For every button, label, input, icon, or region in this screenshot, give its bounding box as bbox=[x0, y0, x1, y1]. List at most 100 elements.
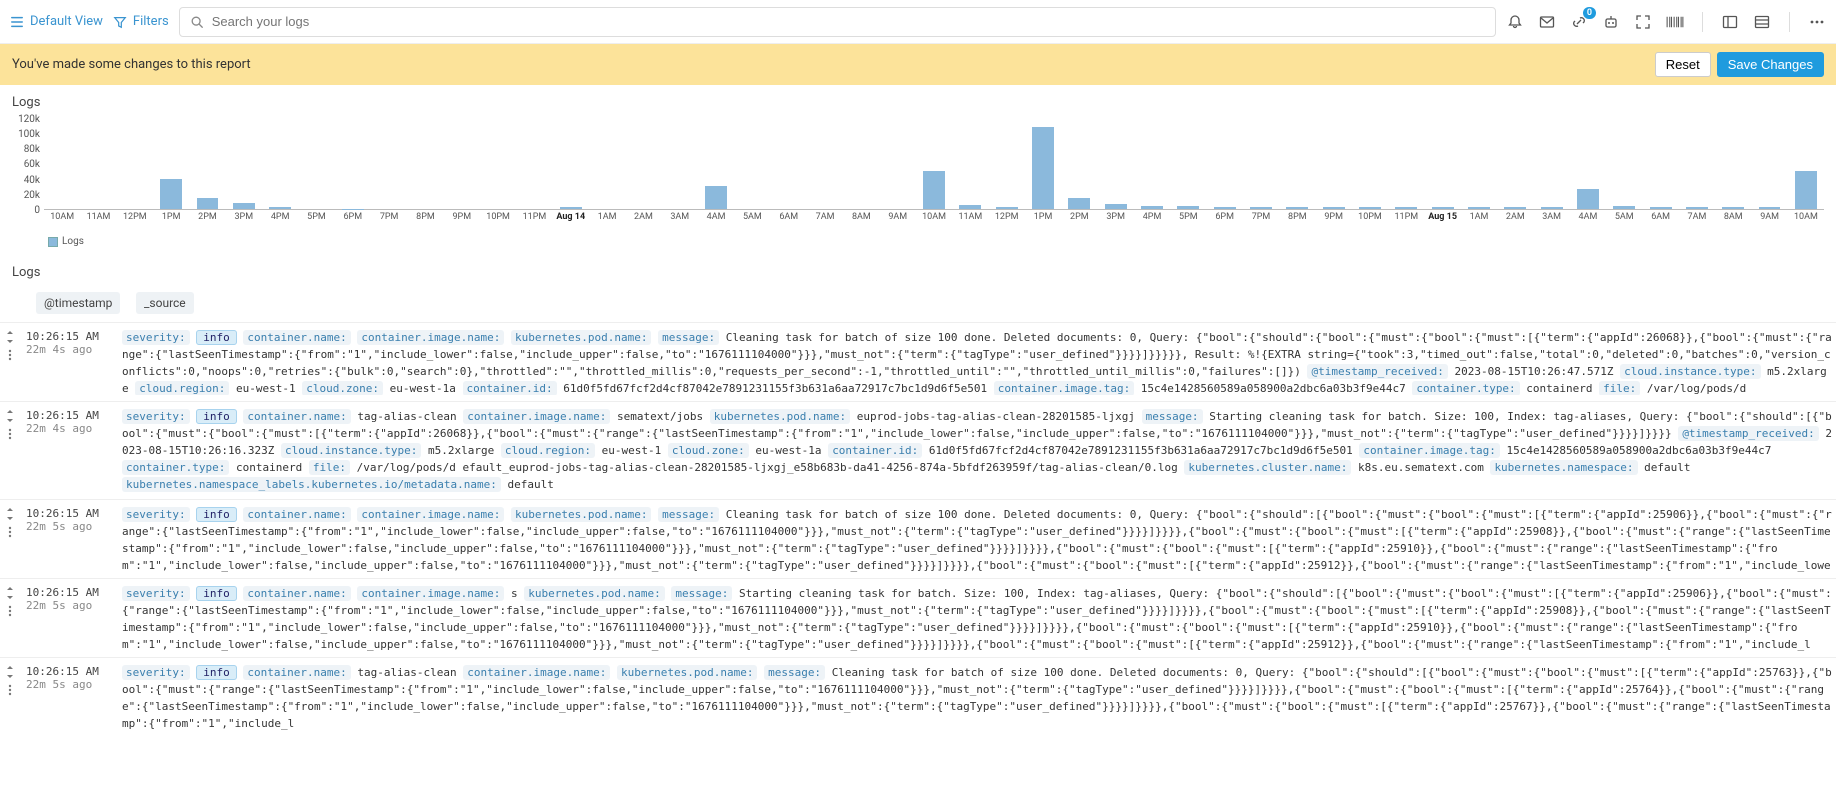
chart-legend: Logs bbox=[0, 234, 1836, 255]
bar[interactable] bbox=[1068, 198, 1090, 209]
row-ago: 22m 5s ago bbox=[26, 599, 116, 612]
divider bbox=[1702, 12, 1703, 32]
row-more-icon[interactable] bbox=[8, 684, 12, 696]
robot-icon[interactable] bbox=[1602, 13, 1620, 31]
filters-button[interactable]: Filters bbox=[113, 14, 169, 29]
row-source[interactable]: severity: info container.name: container… bbox=[122, 506, 1832, 572]
row-timestamp: 10:26:15 AM bbox=[26, 586, 116, 599]
bar[interactable] bbox=[1214, 207, 1236, 209]
reset-button[interactable]: Reset bbox=[1655, 52, 1711, 77]
bar[interactable] bbox=[1395, 207, 1417, 209]
expand-icon[interactable] bbox=[5, 331, 15, 343]
panel-left-icon[interactable] bbox=[1721, 13, 1739, 31]
default-view-button[interactable]: Default View bbox=[10, 14, 103, 29]
x-axis: 10AM11AM12PM1PM2PM3PM4PM5PM6PM7PM8PM9PM1… bbox=[44, 210, 1824, 222]
expand-icon[interactable] bbox=[5, 508, 15, 520]
expand-icon[interactable] bbox=[5, 666, 15, 678]
more-icon[interactable] bbox=[1808, 13, 1826, 31]
filters-label: Filters bbox=[133, 14, 169, 29]
bar[interactable] bbox=[1650, 207, 1672, 209]
bar[interactable] bbox=[923, 171, 945, 209]
search-wrap bbox=[179, 7, 1496, 37]
table-icon[interactable] bbox=[1753, 13, 1771, 31]
mail-icon[interactable] bbox=[1538, 13, 1556, 31]
unsaved-changes-banner: You've made some changes to this report … bbox=[0, 44, 1836, 85]
bar[interactable] bbox=[269, 207, 291, 209]
expand-icon[interactable] bbox=[5, 410, 15, 422]
logs-chart: 120k100k80k60k40k20k0 10AM11AM12PM1PM2PM… bbox=[0, 114, 1836, 234]
table-row: 10:26:15 AM22m 4s ago severity: info cont… bbox=[0, 322, 1836, 401]
row-more-icon[interactable] bbox=[8, 526, 12, 538]
bar[interactable] bbox=[1722, 207, 1744, 209]
row-source[interactable]: severity: info container.name: container… bbox=[122, 329, 1832, 395]
legend-swatch bbox=[48, 237, 58, 247]
bar[interactable] bbox=[1795, 171, 1817, 209]
bar[interactable] bbox=[1686, 207, 1708, 209]
log-rows: 10:26:15 AM22m 4s agoseverity: info cont… bbox=[0, 322, 1836, 736]
link-badge: 0 bbox=[1583, 7, 1596, 19]
row-ago: 22m 5s ago bbox=[26, 520, 116, 533]
chart-title: Logs bbox=[0, 85, 1836, 114]
col-source[interactable]: _source bbox=[136, 292, 194, 314]
toolbar-right-icons: 0 bbox=[1506, 12, 1826, 32]
bar[interactable] bbox=[233, 203, 255, 209]
bar[interactable] bbox=[160, 179, 182, 209]
row-timestamp: 10:26:15 AM bbox=[26, 665, 116, 678]
table-row: 10:26:15 AM22m 5s ago severity: info cont… bbox=[0, 499, 1836, 578]
bar[interactable] bbox=[1250, 207, 1272, 209]
banner-text: You've made some changes to this report bbox=[12, 57, 251, 72]
row-ago: 22m 5s ago bbox=[26, 678, 116, 691]
barcode-icon[interactable] bbox=[1666, 13, 1684, 31]
row-timestamp: 10:26:15 AM bbox=[26, 330, 116, 343]
save-changes-button[interactable]: Save Changes bbox=[1717, 52, 1824, 77]
row-more-icon[interactable] bbox=[8, 349, 12, 361]
row-timestamp: 10:26:15 AM bbox=[26, 507, 116, 520]
bar[interactable] bbox=[1432, 207, 1454, 209]
bar[interactable] bbox=[1177, 206, 1199, 209]
bar[interactable] bbox=[1032, 127, 1054, 209]
table-row: 10:26:15 AM22m 5s ago severity: info cont… bbox=[0, 578, 1836, 657]
table-header: @timestamp _source bbox=[0, 284, 1836, 322]
filter-icon bbox=[113, 15, 127, 29]
bar[interactable] bbox=[959, 205, 981, 209]
legend-label: Logs bbox=[62, 236, 84, 247]
bar[interactable] bbox=[1141, 206, 1163, 209]
expand-icon[interactable] bbox=[5, 587, 15, 599]
y-axis: 120k100k80k60k40k20k0 bbox=[8, 114, 40, 216]
row-ago: 22m 4s ago bbox=[26, 343, 116, 356]
divider bbox=[1789, 12, 1790, 32]
bar[interactable] bbox=[1468, 207, 1490, 209]
row-more-icon[interactable] bbox=[8, 428, 12, 440]
bar[interactable] bbox=[1613, 206, 1635, 209]
default-view-label: Default View bbox=[30, 14, 103, 29]
link-icon[interactable]: 0 bbox=[1570, 13, 1588, 31]
row-source[interactable]: severity: info container.name: tag-alias… bbox=[122, 408, 1832, 493]
bar[interactable] bbox=[1323, 207, 1345, 209]
row-source[interactable]: severity: info container.name: container… bbox=[122, 585, 1832, 651]
table-title: Logs bbox=[0, 255, 1836, 284]
bar[interactable] bbox=[1577, 189, 1599, 209]
row-timestamp: 10:26:15 AM bbox=[26, 409, 116, 422]
bar[interactable] bbox=[1541, 207, 1563, 209]
search-input[interactable] bbox=[212, 14, 1485, 29]
row-more-icon[interactable] bbox=[8, 605, 12, 617]
bar[interactable] bbox=[996, 207, 1018, 209]
bell-icon[interactable] bbox=[1506, 13, 1524, 31]
bar[interactable] bbox=[1504, 207, 1526, 209]
row-source[interactable]: severity: info container.name: tag-alias… bbox=[122, 664, 1832, 730]
bar[interactable] bbox=[1286, 207, 1308, 209]
bar[interactable] bbox=[1105, 204, 1127, 209]
table-row: 10:26:15 AM22m 5s ago severity: info cont… bbox=[0, 657, 1836, 736]
bar[interactable] bbox=[1759, 207, 1781, 209]
bar[interactable] bbox=[560, 207, 582, 209]
col-timestamp[interactable]: @timestamp bbox=[36, 292, 120, 314]
chart-bars bbox=[44, 118, 1824, 210]
bar[interactable] bbox=[1359, 207, 1381, 209]
top-toolbar: Default View Filters 0 bbox=[0, 0, 1836, 44]
fullscreen-icon[interactable] bbox=[1634, 13, 1652, 31]
list-icon bbox=[10, 15, 24, 29]
row-ago: 22m 4s ago bbox=[26, 422, 116, 435]
bar[interactable] bbox=[197, 198, 219, 209]
bar[interactable] bbox=[705, 186, 727, 209]
search-icon bbox=[190, 15, 204, 29]
